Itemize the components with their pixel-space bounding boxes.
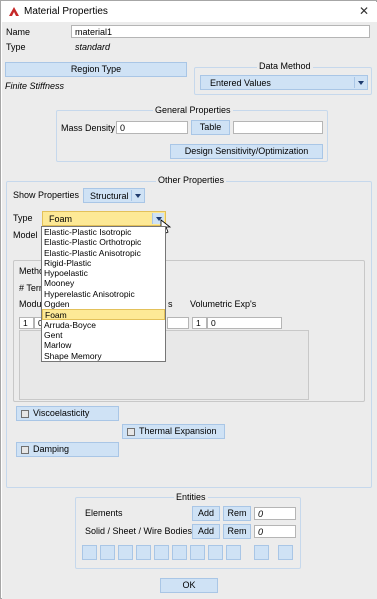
- title-bar: Material Properties ✕: [2, 2, 377, 22]
- select-shell-icon[interactable]: [100, 545, 115, 560]
- checkbox-icon: [21, 410, 29, 418]
- type-select[interactable]: Foam: [42, 211, 166, 226]
- checkbox-icon: [127, 428, 135, 436]
- id-number-icon[interactable]: [278, 545, 293, 560]
- model-label: Model: [13, 230, 38, 240]
- dropdown-option[interactable]: Elastic-Plastic Anisotropic: [42, 248, 165, 258]
- design-sensitivity-button[interactable]: Design Sensitivity/Optimization: [170, 144, 323, 159]
- row-index: 1: [192, 317, 207, 329]
- viscoelasticity-toggle[interactable]: Viscoelasticity: [16, 406, 119, 421]
- table-cell[interactable]: [167, 317, 189, 329]
- dropdown-option[interactable]: Mooney: [42, 278, 165, 288]
- dropdown-option[interactable]: Rigid-Plastic: [42, 258, 165, 268]
- bodies-count-field: 0: [254, 525, 296, 538]
- data-method-value: Entered Values: [210, 78, 271, 88]
- damping-toggle[interactable]: Damping: [16, 442, 119, 457]
- other-properties-title: Other Properties: [156, 175, 227, 185]
- table-cell[interactable]: 0: [207, 317, 282, 329]
- chevron-down-icon: [354, 77, 366, 88]
- dropdown-option[interactable]: Gent: [42, 330, 165, 340]
- elements-label: Elements: [85, 508, 123, 518]
- dropdown-option[interactable]: Hyperelastic Anisotropic: [42, 289, 165, 299]
- material-properties-window: Material Properties ✕ Name material1 Typ…: [0, 0, 377, 599]
- thermal-expansion-toggle[interactable]: Thermal Expansion: [122, 424, 225, 439]
- modulus-label: Modul: [19, 299, 44, 309]
- region-type-value: Finite Stiffness: [5, 81, 65, 91]
- viscoelasticity-label: Viscoelasticity: [33, 408, 90, 418]
- column-label-fragment: s: [168, 299, 173, 309]
- select-grid-icon[interactable]: [82, 545, 97, 560]
- mass-density-field[interactable]: 0: [116, 121, 188, 134]
- data-method-select[interactable]: Entered Values: [200, 75, 368, 90]
- row-index: 1: [19, 317, 34, 329]
- show-properties-select[interactable]: Structural: [83, 188, 145, 203]
- chevron-down-icon: [131, 190, 143, 201]
- volumetric-exps-label: Volumetric Exp's: [190, 299, 257, 309]
- select-edge-icon[interactable]: [154, 545, 169, 560]
- elements-add-button[interactable]: Add: [192, 506, 220, 521]
- type-label: Type: [6, 42, 26, 52]
- select-wire-icon[interactable]: [226, 545, 241, 560]
- table-button[interactable]: Table: [191, 120, 230, 135]
- name-label: Name: [6, 27, 31, 37]
- close-icon[interactable]: ✕: [359, 4, 369, 18]
- region-type-button[interactable]: Region Type: [5, 62, 187, 77]
- type-select-label: Type: [13, 213, 33, 223]
- dropdown-option[interactable]: Arruda-Boyce: [42, 320, 165, 330]
- entities-title: Entities: [174, 492, 208, 502]
- general-properties-title: General Properties: [153, 105, 233, 115]
- show-properties-label: Show Properties: [13, 190, 80, 200]
- window-title: Material Properties: [24, 6, 108, 17]
- dropdown-option[interactable]: Elastic-Plastic Isotropic: [42, 227, 165, 237]
- type-value: standard: [71, 40, 370, 53]
- thermal-expansion-label: Thermal Expansion: [139, 426, 217, 436]
- dropdown-option[interactable]: Marlow: [42, 340, 165, 350]
- mass-density-table-field[interactable]: [233, 121, 323, 134]
- app-icon: [9, 7, 19, 16]
- elements-count-field: 0: [254, 507, 296, 520]
- dropdown-option-selected[interactable]: Foam: [42, 309, 165, 320]
- damping-label: Damping: [33, 444, 70, 454]
- type-dropdown-list: Elastic-Plastic Isotropic Elastic-Plasti…: [41, 226, 166, 362]
- select-solid-icon[interactable]: [118, 545, 133, 560]
- type-select-value: Foam: [49, 214, 73, 224]
- select-face-icon[interactable]: [190, 545, 205, 560]
- bodies-label: Solid / Sheet / Wire Bodies: [85, 526, 193, 536]
- ok-button[interactable]: OK: [160, 578, 218, 593]
- checkbox-icon: [21, 446, 29, 454]
- select-node-icon[interactable]: [136, 545, 151, 560]
- elements-rem-button[interactable]: Rem: [223, 506, 251, 521]
- select-sheet-icon[interactable]: [208, 545, 223, 560]
- dropdown-option[interactable]: Hypoelastic: [42, 268, 165, 278]
- select-box-icon[interactable]: [172, 545, 187, 560]
- dropdown-option[interactable]: Elastic-Plastic Orthotropic: [42, 237, 165, 247]
- name-field[interactable]: material1: [71, 25, 370, 38]
- dropdown-option[interactable]: Ogden: [42, 299, 165, 309]
- bodies-rem-button[interactable]: Rem: [223, 524, 251, 539]
- bodies-add-button[interactable]: Add: [192, 524, 220, 539]
- data-method-title: Data Method: [257, 61, 313, 71]
- list-icon[interactable]: [254, 545, 269, 560]
- mass-density-label: Mass Density: [61, 123, 116, 133]
- dropdown-option[interactable]: Shape Memory: [42, 351, 165, 361]
- show-properties-value: Structural: [90, 191, 129, 201]
